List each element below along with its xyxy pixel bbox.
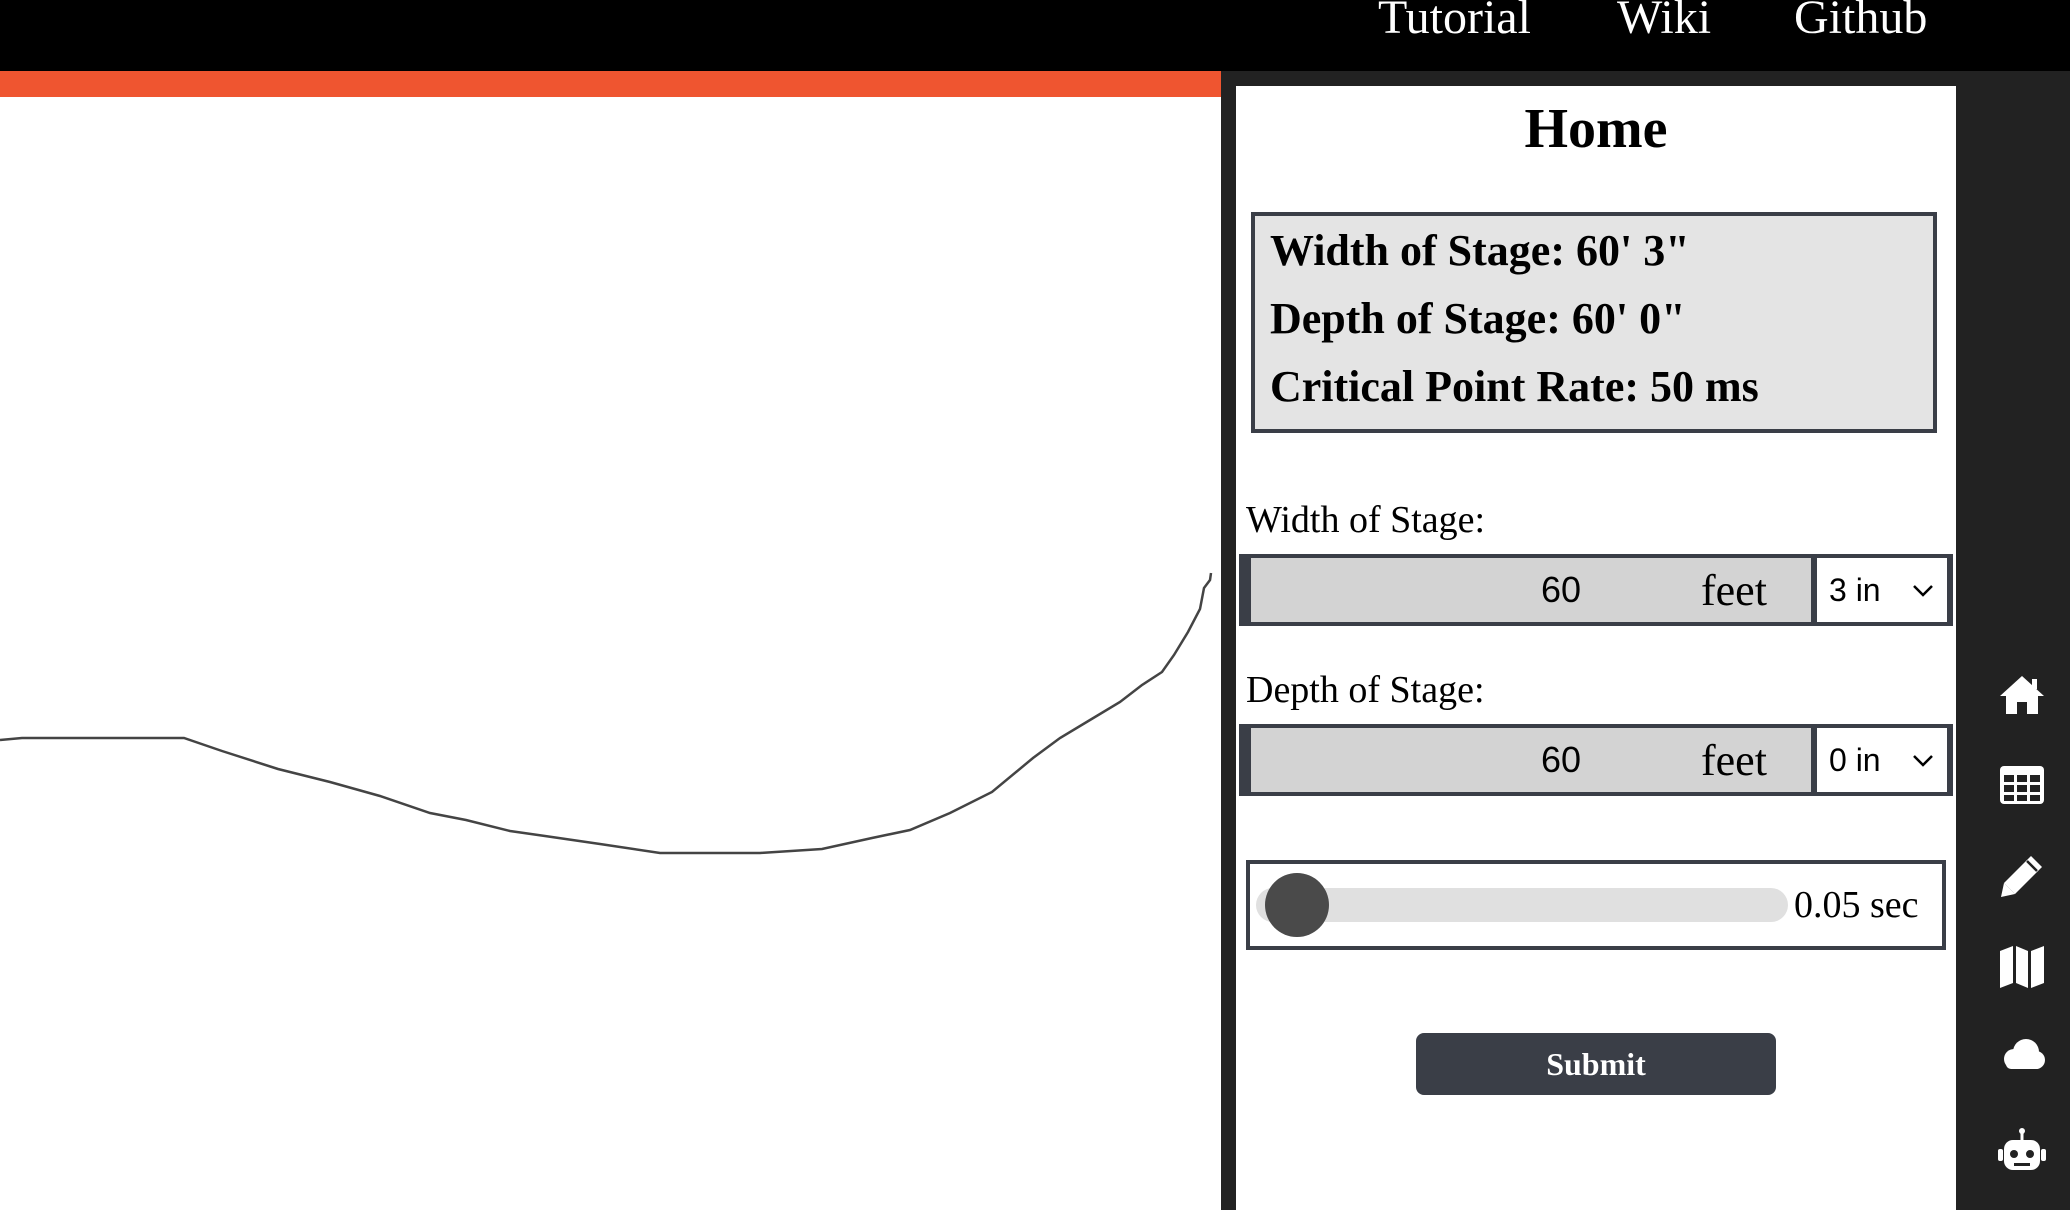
depth-field-row: 60 feet 0 in (1239, 724, 1953, 796)
depth-feet-input[interactable]: 60 feet (1251, 728, 1811, 792)
depth-inches-value: 0 in (1829, 742, 1881, 778)
rate-slider-box: 0.05 sec (1246, 860, 1946, 950)
chevron-down-icon (1913, 585, 1933, 597)
chevron-down-icon (1913, 755, 1933, 767)
depth-feet-value: 60 (1540, 739, 1582, 780)
robot-icon[interactable] (1997, 1126, 2047, 1176)
cloud-icon[interactable] (1997, 1031, 2047, 1081)
table-icon[interactable] (1997, 760, 2047, 810)
width-feet-unit: feet (1701, 566, 1767, 615)
rate-slider-thumb[interactable] (1265, 873, 1329, 937)
rate-slider-track[interactable] (1256, 888, 1788, 922)
width-inches-value: 3 in (1829, 572, 1881, 608)
width-feet-input[interactable]: 60 feet (1251, 558, 1811, 622)
nav-link-wiki[interactable]: Wiki (1617, 0, 1711, 42)
summary-depth: Depth of Stage: 60' 0" (1270, 294, 1686, 343)
summary-width: Width of Stage: 60' 3" (1270, 226, 1690, 275)
stage-canvas[interactable] (0, 97, 1221, 1210)
drawn-path-line (0, 572, 1213, 855)
home-panel: Home Width of Stage: 60' 3" Depth of Sta… (1236, 86, 1956, 1210)
width-inches-select[interactable]: 3 in (1817, 558, 1947, 622)
nav-link-github[interactable]: Github (1794, 0, 1927, 42)
accent-bar (0, 71, 1221, 97)
summary-rate: Critical Point Rate: 50 ms (1270, 362, 1759, 411)
top-navigation-bar: Tutorial Wiki Github (0, 0, 2070, 71)
depth-feet-unit: feet (1701, 736, 1767, 785)
rate-slider-value: 0.05 sec (1794, 884, 1919, 926)
pencil-icon[interactable] (1997, 851, 2047, 901)
home-icon[interactable] (1997, 670, 2047, 720)
width-field-row: 60 feet 3 in (1239, 554, 1953, 626)
page-title: Home (1524, 98, 1668, 160)
path-drawing (0, 572, 1213, 855)
stage-summary-box: Width of Stage: 60' 3" Depth of Stage: 6… (1251, 212, 1937, 433)
submit-button[interactable]: Submit (1416, 1033, 1776, 1095)
width-label: Width of Stage: (1246, 499, 1486, 541)
map-icon[interactable] (1997, 941, 2047, 991)
depth-inches-select[interactable]: 0 in (1817, 728, 1947, 792)
depth-label: Depth of Stage: (1246, 669, 1485, 711)
width-feet-value: 60 (1540, 569, 1582, 610)
nav-link-tutorial[interactable]: Tutorial (1378, 0, 1531, 42)
